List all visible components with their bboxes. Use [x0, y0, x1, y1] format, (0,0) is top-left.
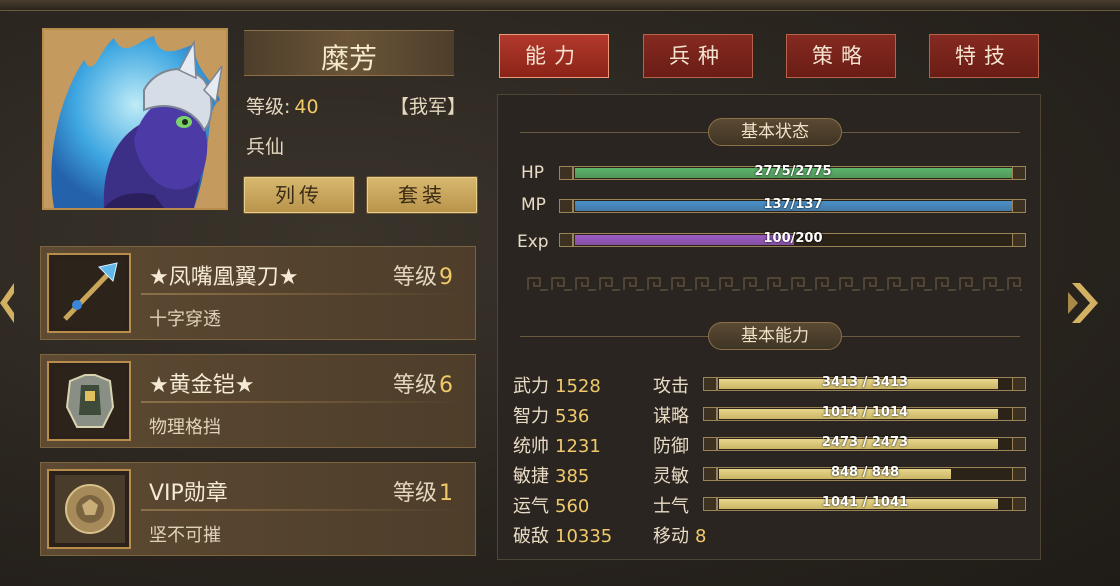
equipment-skill: 十字穿透	[149, 309, 221, 330]
bar-cap-right	[1012, 233, 1026, 247]
equipment-slot-armor[interactable]: ★黄金铠★ 等级6 物理格挡	[40, 354, 476, 448]
level-value: 40	[294, 96, 319, 118]
tab-troop-type[interactable]: 兵种	[643, 34, 753, 78]
combat-agility-label: 灵敏	[653, 466, 689, 487]
tab-strategy[interactable]: 策略	[786, 34, 896, 78]
combat-defense-label: 防御	[653, 436, 689, 457]
name-plate: 糜芳	[244, 30, 454, 76]
bar-cap-right	[1012, 437, 1026, 451]
equipment-name: VIP勋章	[149, 481, 228, 506]
hp-bar-text: 2775/2775	[754, 164, 832, 179]
bar-cap-right	[1012, 407, 1026, 421]
exp-bar: 100/200	[573, 231, 1013, 247]
divider	[141, 401, 465, 403]
character-class: 兵仙	[246, 136, 285, 158]
defense-bar-text: 2473 / 2473	[821, 435, 909, 450]
army-tag: 【我军】	[390, 96, 467, 118]
set-button[interactable]: 套装	[366, 176, 478, 214]
morale-bar-text: 1041 / 1041	[821, 495, 909, 510]
dragon-horse-portrait-icon	[44, 30, 226, 208]
bar-cap-right	[1012, 497, 1026, 511]
bar-cap-left	[703, 437, 717, 451]
equipment-level: 等级9	[392, 265, 453, 290]
attr-intelligence: 智力 536	[513, 406, 590, 427]
previous-arrow-icon[interactable]	[0, 278, 14, 328]
attr-command: 统帅 1231	[513, 436, 601, 457]
defense-bar: 2473 / 2473	[717, 435, 1013, 451]
equipment-icon-frame	[47, 361, 131, 441]
equipment-skill: 坚不可摧	[149, 525, 221, 546]
medal-icon	[55, 475, 125, 543]
attack-bar-text: 3413 / 3413	[821, 375, 909, 390]
equipment-level: 等级1	[392, 481, 453, 506]
hp-label: HP	[521, 163, 545, 183]
exp-bar-text: 100/200	[763, 231, 823, 246]
bar-cap-left	[559, 199, 573, 213]
basic-status-title: 基本状态	[708, 118, 842, 146]
bar-cap-right	[1012, 467, 1026, 481]
tab-special-skill[interactable]: 特技	[929, 34, 1039, 78]
character-level: 等级: 40	[246, 92, 319, 119]
hero-portrait[interactable]	[42, 28, 228, 210]
bar-cap-left	[703, 497, 717, 511]
bar-cap-left	[703, 467, 717, 481]
biography-button[interactable]: 列传	[243, 176, 355, 214]
armor-icon	[55, 367, 125, 435]
tab-ability[interactable]: 能力	[499, 34, 609, 78]
attr-strength: 武力 1528	[513, 376, 601, 397]
strategy-bar-text: 1014 / 1014	[821, 405, 909, 420]
attr-agility: 敏捷 385	[513, 466, 590, 487]
mp-label: MP	[521, 195, 546, 215]
equipment-icon-frame	[47, 469, 131, 549]
attr-break-enemy: 破敌 10335	[513, 526, 613, 547]
meander-divider	[526, 276, 1022, 292]
next-arrow-icon[interactable]	[1068, 278, 1104, 328]
bar-cap-left	[559, 166, 573, 180]
bar-cap-right	[1012, 377, 1026, 391]
divider	[141, 509, 465, 511]
combat-attack-label: 攻击	[653, 376, 689, 397]
equipment-slot-weapon[interactable]: ★凤嘴凰翼刀★ 等级9 十字穿透	[40, 246, 476, 340]
mp-bar-text: 137/137	[763, 197, 823, 212]
strategy-bar: 1014 / 1014	[717, 405, 1013, 421]
bar-cap-left	[703, 377, 717, 391]
agility-bar: 848 / 848	[717, 465, 1013, 481]
equipment-slot-medal[interactable]: VIP勋章 等级1 坚不可摧	[40, 462, 476, 556]
character-name: 糜芳	[320, 42, 377, 75]
hp-bar: 2775/2775	[573, 164, 1013, 180]
combat-morale-label: 士气	[653, 496, 689, 517]
exp-label: Exp	[517, 232, 549, 252]
bar-cap-left	[703, 407, 717, 421]
equipment-level: 等级6	[392, 373, 453, 398]
mp-bar: 137/137	[573, 197, 1013, 213]
combat-strategy-label: 谋略	[653, 406, 689, 427]
level-label: 等级:	[246, 96, 291, 118]
attack-bar: 3413 / 3413	[717, 375, 1013, 391]
equipment-icon-frame	[47, 253, 131, 333]
attr-luck: 运气 560	[513, 496, 590, 517]
bar-cap-right	[1012, 166, 1026, 180]
equipment-name: ★凤嘴凰翼刀★	[149, 265, 299, 290]
basic-ability-title: 基本能力	[708, 322, 842, 350]
divider	[141, 293, 465, 295]
equipment-name: ★黄金铠★	[149, 373, 255, 398]
equipment-skill: 物理格挡	[149, 417, 221, 438]
agility-bar-text: 848 / 848	[830, 465, 900, 480]
top-frame	[0, 0, 1120, 11]
morale-bar: 1041 / 1041	[717, 495, 1013, 511]
blade-icon	[55, 259, 125, 327]
bar-cap-left	[559, 233, 573, 247]
combat-move: 移动 8	[653, 526, 707, 547]
bar-cap-right	[1012, 199, 1026, 213]
